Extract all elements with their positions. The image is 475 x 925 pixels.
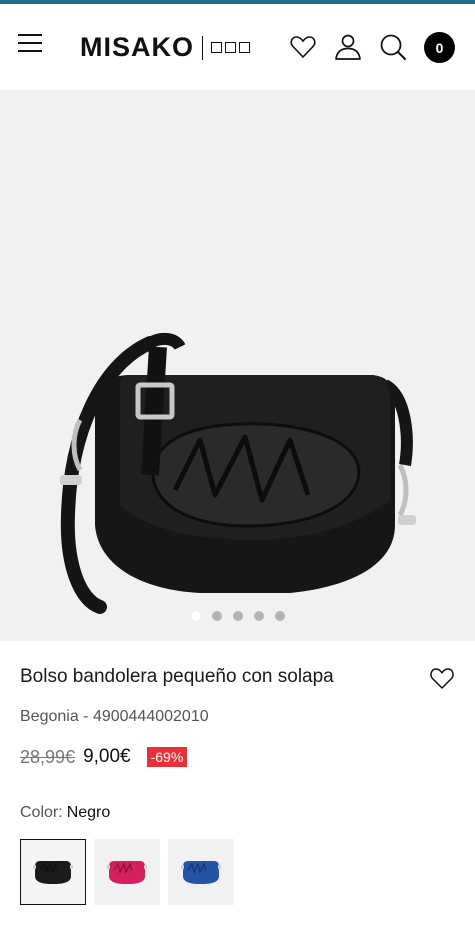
- site-header: MISAKO 0: [0, 4, 475, 90]
- current-price: 9,00€: [83, 746, 131, 767]
- gallery-dot[interactable]: [190, 611, 201, 621]
- gallery-dot[interactable]: [253, 611, 264, 621]
- add-to-wishlist-button[interactable]: [429, 666, 455, 690]
- color-label: Color:: [20, 804, 63, 821]
- product-image: [60, 332, 416, 614]
- gallery-dot[interactable]: [274, 611, 285, 621]
- logo-text: MISAKO: [80, 32, 194, 62]
- cart-button[interactable]: 0: [424, 32, 455, 63]
- color-swatch[interactable]: [168, 839, 234, 905]
- bag-thumbnail-icon: [181, 861, 221, 884]
- menu-button[interactable]: [18, 34, 46, 60]
- gallery-pagination: [0, 611, 475, 621]
- price-block: 28,99€ 9,00€ -69%: [20, 746, 188, 768]
- product-reference: Begonia - 4900444002010: [20, 708, 209, 725]
- logo-glyphs: [211, 42, 250, 53]
- discount-badge: -69%: [146, 747, 188, 767]
- logo-divider: [202, 35, 203, 60]
- color-swatch[interactable]: [94, 839, 160, 905]
- product-image-gallery[interactable]: [0, 90, 475, 641]
- user-icon: [335, 34, 361, 60]
- heart-icon: [430, 668, 454, 689]
- color-swatches: [20, 839, 234, 905]
- gallery-dot[interactable]: [232, 611, 243, 621]
- color-swatch[interactable]: [20, 839, 86, 905]
- account-button[interactable]: [333, 32, 363, 62]
- wishlist-button[interactable]: [288, 32, 318, 62]
- color-selection-label: Color: Negro: [20, 804, 110, 822]
- search-icon: [380, 34, 406, 60]
- search-button[interactable]: [378, 32, 408, 62]
- product-title: Bolso bandolera pequeño con solapa: [20, 666, 334, 687]
- gallery-dot[interactable]: [211, 611, 222, 621]
- hamburger-icon: [18, 34, 42, 36]
- color-value: Negro: [66, 804, 111, 821]
- bag-thumbnail-icon: [33, 861, 73, 884]
- site-logo[interactable]: MISAKO: [80, 32, 250, 63]
- heart-icon: [290, 36, 316, 58]
- bag-thumbnail-icon: [107, 861, 147, 884]
- cart-count: 0: [435, 39, 444, 56]
- old-price: 28,99€: [20, 746, 76, 767]
